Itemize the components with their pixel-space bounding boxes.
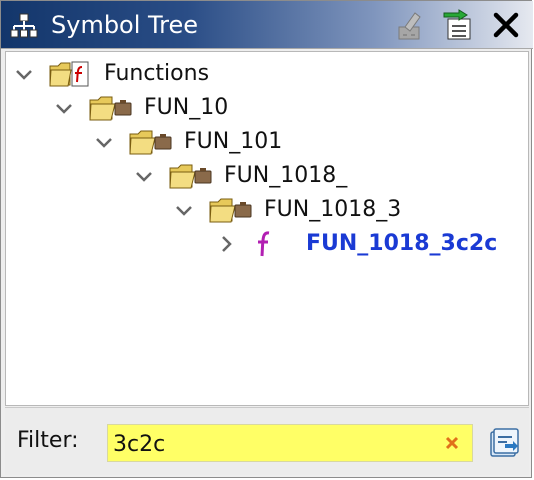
chevron-down-icon[interactable] — [92, 130, 116, 154]
folder-icon — [129, 130, 172, 155]
tree-node-label: FUN_1018_ — [224, 163, 348, 188]
tree-node-fun-1018-3c2c[interactable]: FUN_1018_3c2c — [6, 228, 526, 262]
close-icon[interactable] — [489, 9, 523, 41]
chevron-down-icon[interactable] — [12, 62, 36, 86]
window-title: Symbol Tree — [51, 11, 199, 39]
tree-node-fun-10[interactable]: FUN_10 — [6, 92, 526, 126]
tree-node-functions[interactable]: Functions — [6, 58, 526, 92]
folder-icon — [169, 164, 212, 189]
functions-folder-icon — [49, 61, 89, 87]
disabled-edit-icon[interactable] — [393, 9, 427, 41]
filter-input[interactable] — [107, 424, 473, 462]
chevron-right-icon[interactable] — [214, 232, 238, 256]
tree-node-label: FUN_101 — [184, 129, 283, 154]
folder-icon — [89, 96, 132, 121]
chevron-down-icon[interactable] — [52, 96, 76, 120]
tree-node-label: FUN_1018_3c2c — [306, 231, 498, 256]
tree-node-label: Functions — [104, 61, 210, 86]
folder-icon — [209, 198, 252, 223]
tree-node-label: FUN_1018_3 — [264, 197, 402, 222]
filter-bar: Filter: — [5, 407, 529, 475]
symbol-tree-icon — [10, 13, 38, 38]
function-icon — [258, 231, 270, 257]
chevron-down-icon[interactable] — [172, 198, 196, 222]
title-bar: Symbol Tree — [1, 1, 533, 49]
tree-node-label: FUN_10 — [144, 95, 229, 120]
chevron-down-icon[interactable] — [132, 164, 156, 188]
filter-options-icon[interactable] — [487, 426, 521, 460]
filter-label: Filter: — [17, 428, 79, 453]
tree-node-fun-1018[interactable]: FUN_1018_ — [6, 160, 526, 194]
symbol-tree: Functions FUN_10 FUN_101 FUN_1018_ FUN_1… — [5, 51, 529, 406]
tree-node-fun-101[interactable]: FUN_101 — [6, 126, 526, 160]
tree-node-fun-1018-3[interactable]: FUN_1018_3 — [6, 194, 526, 228]
navigate-icon[interactable] — [441, 9, 475, 41]
symbol-tree-window: Symbol Tree Functions FUN_10 FUN_101 FUN… — [0, 0, 533, 478]
clear-filter-icon[interactable] — [445, 436, 459, 450]
